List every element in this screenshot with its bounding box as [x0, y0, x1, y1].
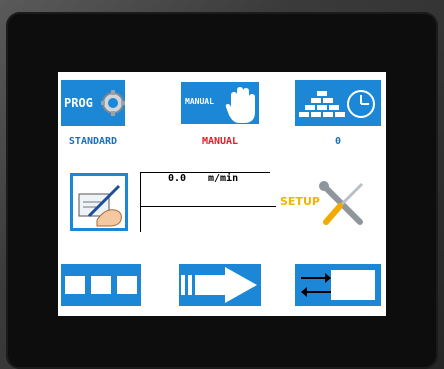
speed-readout-top-line — [140, 172, 270, 173]
feed-forward-button[interactable] — [179, 264, 261, 306]
manual-caption: MANUAL — [201, 136, 239, 147]
touch-screen: PROG STANDARD MANUAL MANUAL 0 0.0 m/min … — [58, 72, 386, 316]
count-button[interactable] — [295, 80, 381, 126]
wrench-screwdriver-icon — [318, 180, 368, 228]
setup-button[interactable]: SETUP — [280, 180, 370, 228]
gear-icon — [101, 90, 125, 116]
prog-button[interactable]: PROG — [61, 80, 125, 126]
three-blocks-icon — [65, 276, 137, 294]
hand-icon — [225, 85, 257, 125]
transfer-button[interactable] — [295, 264, 381, 306]
transfer-arrows-icon — [299, 268, 377, 302]
manual-label: MANUAL — [185, 97, 214, 106]
prog-caption: STANDARD — [68, 136, 118, 147]
speed-value: 0.0 — [168, 173, 187, 184]
count-caption: 0 — [334, 136, 342, 147]
setup-label: SETUP — [280, 195, 320, 208]
speed-unit: m/min — [208, 173, 239, 184]
arrow-right-icon — [181, 267, 259, 303]
manual-button[interactable]: MANUAL — [179, 80, 261, 126]
speed-readout-bottom-line — [140, 206, 276, 207]
three-blocks-button[interactable] — [61, 264, 141, 306]
bricks-clock-icon — [299, 88, 377, 120]
speed-readout-box — [140, 172, 141, 232]
prog-label: PROG — [64, 96, 93, 110]
edit-program-button[interactable] — [70, 173, 128, 231]
hand-writing-icon — [75, 180, 125, 228]
